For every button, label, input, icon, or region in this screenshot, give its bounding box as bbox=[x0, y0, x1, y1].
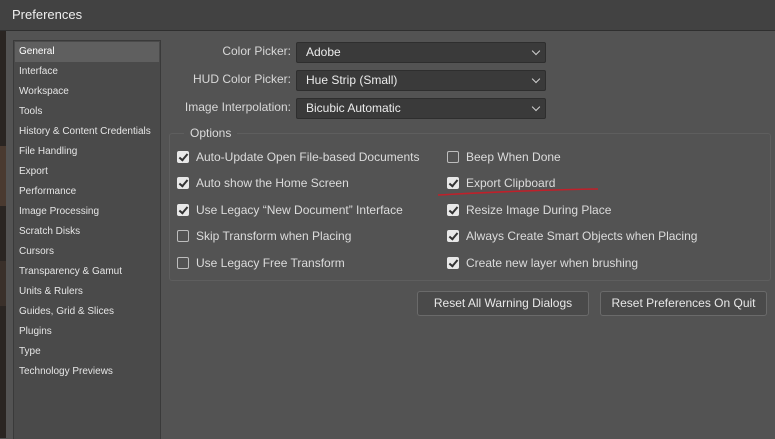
color-picker-label: Color Picker: bbox=[222, 44, 291, 58]
hud-color-picker-value: Hue Strip (Small) bbox=[306, 73, 398, 87]
sidebar-item-file-handling[interactable]: File Handling bbox=[15, 142, 159, 162]
hud-color-picker-select[interactable]: Hue Strip (Small) bbox=[296, 70, 546, 91]
sidebar-item-history[interactable]: History & Content Credentials bbox=[15, 122, 159, 142]
preferences-sidebar: General Interface Workspace Tools Histor… bbox=[13, 40, 161, 439]
options-title: Options bbox=[184, 126, 238, 140]
chevron-down-icon bbox=[531, 46, 541, 56]
color-picker-select[interactable]: Adobe bbox=[296, 42, 546, 63]
checkbox-unchecked-icon bbox=[177, 230, 189, 242]
checkbox-checked-icon bbox=[177, 151, 189, 163]
checkbox-unchecked-icon bbox=[177, 257, 189, 269]
sidebar-item-plugins[interactable]: Plugins bbox=[15, 322, 159, 342]
sidebar-item-general[interactable]: General bbox=[15, 42, 159, 62]
image-interpolation-value: Bicubic Automatic bbox=[306, 101, 401, 115]
sidebar-item-image-processing[interactable]: Image Processing bbox=[15, 202, 159, 222]
hud-color-picker-label: HUD Color Picker: bbox=[192, 72, 291, 86]
sidebar-item-technology-previews[interactable]: Technology Previews bbox=[15, 362, 159, 382]
sidebar-item-cursors[interactable]: Cursors bbox=[15, 242, 159, 262]
title-bar: Preferences bbox=[0, 0, 775, 31]
image-interpolation-select[interactable]: Bicubic Automatic bbox=[296, 98, 546, 119]
sidebar-item-tools[interactable]: Tools bbox=[15, 102, 159, 122]
reset-warning-dialogs-button[interactable]: Reset All Warning Dialogs bbox=[417, 291, 589, 316]
sidebar-item-workspace[interactable]: Workspace bbox=[15, 82, 159, 102]
sidebar-item-performance[interactable]: Performance bbox=[15, 182, 159, 202]
annotation-underline bbox=[437, 188, 599, 196]
background-strip bbox=[0, 31, 6, 438]
reset-preferences-button[interactable]: Reset Preferences On Quit bbox=[600, 291, 767, 316]
checkbox-checked-icon bbox=[447, 257, 459, 269]
checkbox-checked-icon bbox=[447, 204, 459, 216]
image-interpolation-label: Image Interpolation: bbox=[184, 100, 291, 114]
color-picker-value: Adobe bbox=[306, 45, 341, 59]
sidebar-item-interface[interactable]: Interface bbox=[15, 62, 159, 82]
sidebar-item-export[interactable]: Export bbox=[15, 162, 159, 182]
sidebar-item-scratch-disks[interactable]: Scratch Disks bbox=[15, 222, 159, 242]
checkbox-checked-icon bbox=[177, 177, 189, 189]
sidebar-item-type[interactable]: Type bbox=[15, 342, 159, 362]
checkbox-checked-icon bbox=[177, 204, 189, 216]
checkbox-unchecked-icon bbox=[447, 151, 459, 163]
chevron-down-icon bbox=[531, 102, 541, 112]
checkbox-checked-icon bbox=[447, 230, 459, 242]
chevron-down-icon bbox=[531, 74, 541, 84]
sidebar-item-guides[interactable]: Guides, Grid & Slices bbox=[15, 302, 159, 322]
sidebar-item-transparency[interactable]: Transparency & Gamut bbox=[15, 262, 159, 282]
window-title: Preferences bbox=[12, 7, 83, 22]
sidebar-item-units-rulers[interactable]: Units & Rulers bbox=[15, 282, 159, 302]
